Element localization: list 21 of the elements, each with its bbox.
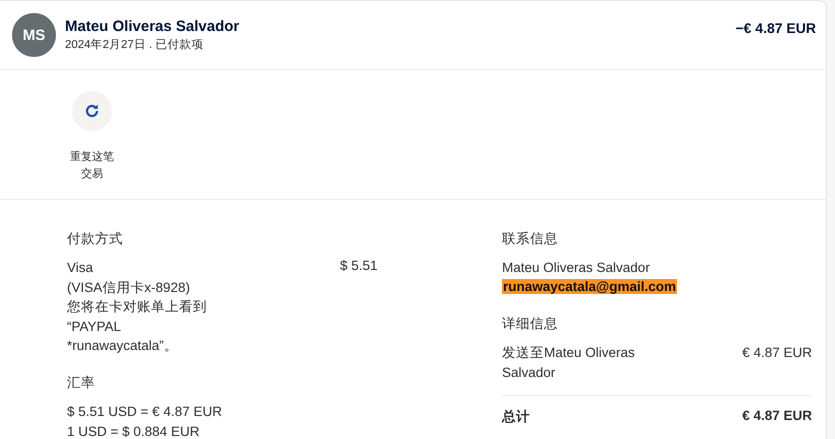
contact-heading: 联系信息: [502, 230, 559, 248]
exchange-rate-text: $ 5.51 USD = € 4.87 EUR: [67, 402, 223, 420]
detail-value: € 4.87 EUR: [742, 344, 812, 362]
transaction-date-status: 2024年2月27日 . 已付款项: [65, 38, 204, 52]
exchange-rate-text: 1 USD = $ 0.884 EUR: [67, 422, 200, 439]
contact-email: runawaycatala@gmail.com: [502, 279, 677, 294]
total-label: 总计: [502, 408, 530, 426]
avatar: MS: [12, 13, 56, 57]
transaction-amount: −€ 4.87 EUR: [735, 20, 816, 36]
payment-amount: $ 5.51: [340, 258, 378, 275]
payee-name: Mateu Oliveras Salvador: [65, 18, 240, 35]
details-heading: 详细信息: [502, 315, 559, 333]
payment-method-heading: 付款方式: [67, 230, 124, 248]
detail-label: 发送至Mateu Oliveras Salvador: [502, 344, 636, 382]
refresh-icon: [84, 103, 100, 119]
payment-method-details: Visa (VISA信用卡x-8928) 您将在卡对账单上看到 “PAYPAL *runawaycatala”。: [67, 259, 208, 355]
repeat-button[interactable]: [72, 91, 112, 131]
contact-name: Mateu Oliveras Salvador: [502, 259, 651, 277]
exchange-rate-heading: 汇率: [67, 374, 96, 392]
total-value: € 4.87 EUR: [742, 408, 812, 425]
repeat-transaction-label[interactable]: 重复这笔交易: [66, 149, 118, 183]
